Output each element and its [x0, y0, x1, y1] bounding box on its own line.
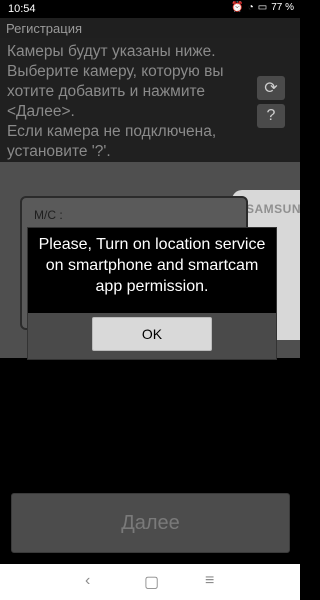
menu-icon[interactable]: ≡	[205, 572, 214, 590]
brand-text: SAMSUNG	[246, 202, 300, 216]
help-button-label: ?	[266, 107, 276, 124]
back-icon[interactable]: ‹	[85, 572, 90, 590]
status-icons: ⏰ ◔ ▭ 77 %	[231, 2, 294, 13]
page-title: Регистрация	[6, 21, 82, 36]
refresh-icon: ⟳	[264, 80, 278, 97]
dialog-message: Please, Turn on location service on smar…	[38, 236, 266, 295]
wifi-icon: ◔	[247, 2, 254, 13]
battery-percent: 77 %	[271, 2, 294, 13]
help-button[interactable]: ?	[257, 104, 285, 128]
dialog-footer: OK	[28, 313, 276, 359]
instructions-text: Камеры будут указаны ниже. Выберите каме…	[7, 43, 224, 160]
nav-bar: ‹ ▢ ≡	[0, 564, 300, 600]
alarm-icon: ⏰	[231, 2, 244, 13]
ok-button[interactable]: OK	[92, 317, 212, 351]
instructions-panel: Камеры будут указаны ниже. Выберите каме…	[0, 38, 300, 162]
title-bar: Регистрация	[0, 18, 300, 38]
status-bar: 10:54 ⏰ ◔ ▭ 77 %	[0, 0, 300, 18]
battery-icon: ▭	[257, 2, 268, 13]
status-time: 10:54	[8, 3, 36, 15]
next-button[interactable]: Далее	[11, 493, 290, 553]
mc-label: M/C :	[34, 208, 63, 222]
location-dialog: Please, Turn on location service on smar…	[27, 227, 277, 360]
home-icon[interactable]: ▢	[144, 572, 159, 592]
refresh-button[interactable]: ⟳	[257, 76, 285, 100]
